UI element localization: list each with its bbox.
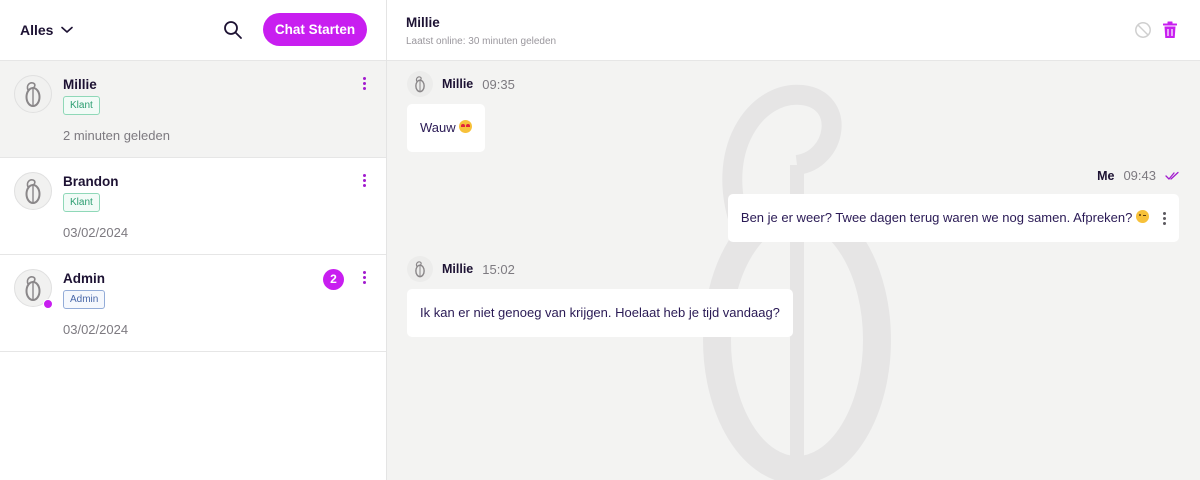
message-text: Ik kan er niet genoeg van krijgen. Hoela… [420,305,780,320]
conversation-list-panel: Alles Chat Starten Millie Klant 2 minute… [0,0,387,480]
message-sender: Me [1097,168,1115,183]
message-bubble: Wauw [407,104,486,152]
conversation-name: Millie [63,77,97,92]
logo-watermark-icon [703,84,891,480]
filter-dropdown[interactable]: Alles [20,20,74,40]
block-icon[interactable] [1134,21,1152,39]
role-badge: Klant [63,96,100,115]
avatar [407,256,433,282]
search-icon[interactable] [222,19,244,41]
chat-title: Millie [406,15,440,30]
conversation-item-millie[interactable]: Millie Klant 2 minuten geleden [0,61,386,158]
logo-monogram-icon [415,76,425,93]
message-header: Me 09:43 [1097,168,1179,183]
message-sender: Millie [442,262,474,276]
online-status-dot [43,299,53,309]
conversation-time: 2 minuten geleden [63,128,170,143]
kebab-icon[interactable] [358,172,370,188]
chat-panel: Millie Laatst online: 30 minuten geleden… [387,0,1200,480]
message-sender: Millie [442,77,474,91]
logo-monogram-icon [25,179,41,204]
conversation-list-header: Alles Chat Starten [0,0,386,61]
conversation-item-admin[interactable]: Admin Admin 03/02/2024 2 [0,255,386,352]
kebab-icon[interactable] [358,269,370,285]
message-header: Millie 15:02 [407,256,515,282]
last-online-status: Laatst online: 30 minuten geleden [406,36,557,47]
chevron-down-icon [61,26,74,33]
conversation-name: Admin [63,271,105,286]
kebab-icon[interactable] [1161,211,1167,225]
message-time: 09:35 [482,76,515,92]
message-time: 09:43 [1123,168,1156,183]
message-bubble: Ik kan er niet genoeg van krijgen. Hoela… [407,289,793,337]
unread-count-badge: 2 [323,269,344,290]
logo-monogram-icon [25,276,41,301]
message-text: Ben je er weer? Twee dagen terug waren w… [740,210,1133,225]
message-time: 15:02 [482,261,515,277]
message-header: Millie 09:35 [407,71,515,97]
filter-label: Alles [20,22,54,38]
message-bubble: Ben je er weer? Twee dagen terug waren w… [727,194,1179,242]
avatar [14,172,52,210]
avatar [407,71,433,97]
message-text: Wauw [420,120,456,135]
conversation-item-brandon[interactable]: Brandon Klant 03/02/2024 [0,158,386,255]
chat-header: Millie Laatst online: 30 minuten geleden [387,0,1200,61]
conversation-name: Brandon [63,174,119,189]
start-chat-button[interactable]: Chat Starten [263,13,367,46]
role-badge: Admin [63,290,106,309]
conversation-time: 03/02/2024 [63,322,129,337]
logo-monogram-icon [415,261,425,278]
trash-icon[interactable] [1162,21,1178,39]
avatar [14,75,52,113]
wink-emoji-icon [1136,210,1149,223]
conversation-time: 03/02/2024 [63,225,129,240]
double-check-icon [1165,171,1179,180]
logo-monogram-icon [25,82,41,107]
kebab-icon[interactable] [358,75,370,91]
heart-eyes-emoji-icon [459,120,473,133]
role-badge: Klant [63,193,100,212]
